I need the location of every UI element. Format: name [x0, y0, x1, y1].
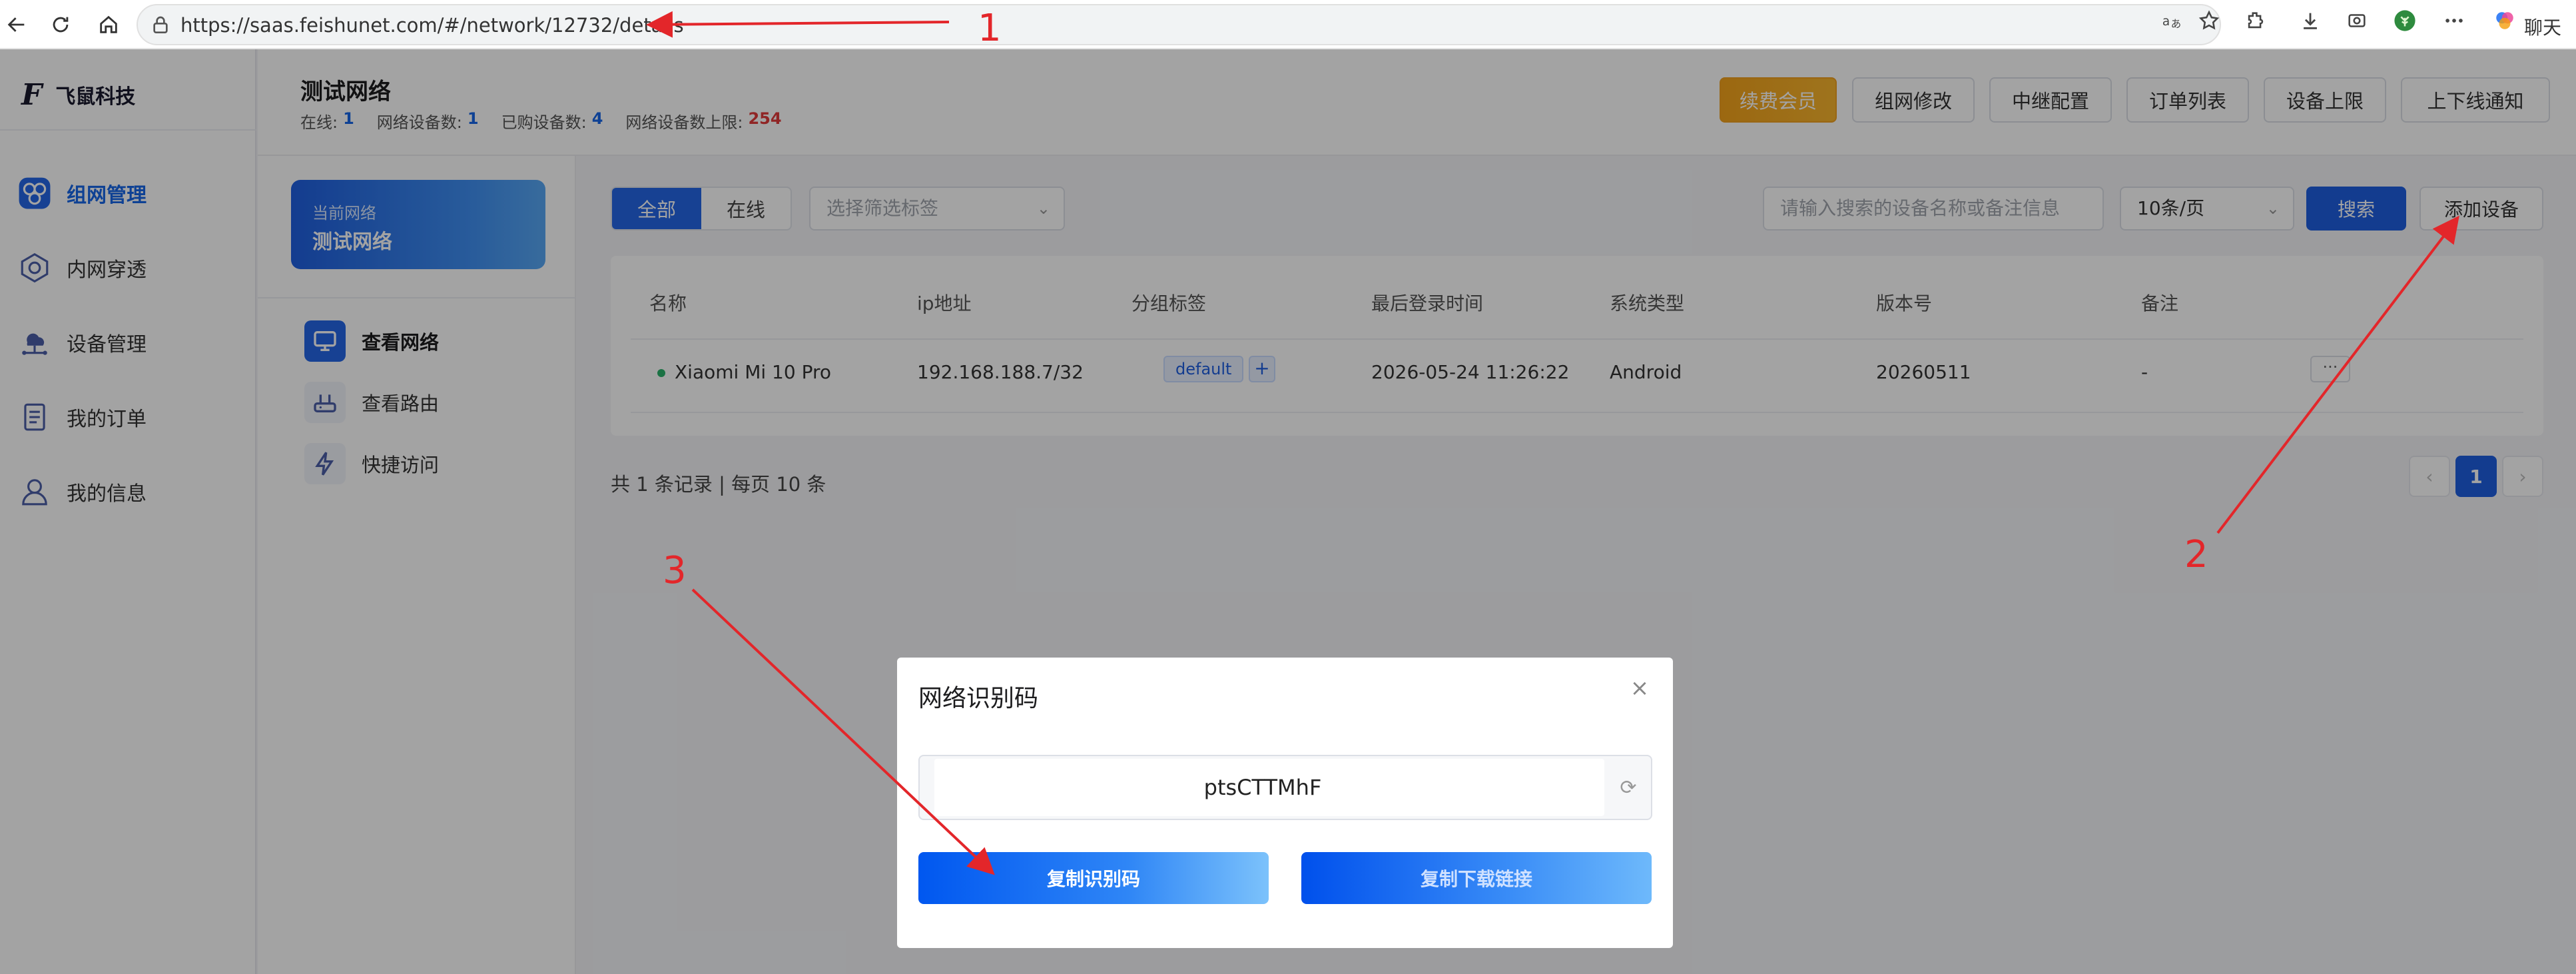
- copy-code-button[interactable]: 复制识别码: [918, 852, 1269, 904]
- browser-toolbar: https://saas.feishunet.com/#/network/127…: [0, 0, 2576, 49]
- close-icon[interactable]: ×: [1625, 674, 1654, 703]
- copy-download-link-button[interactable]: 复制下载链接: [1301, 852, 1652, 904]
- lock-icon: [153, 16, 168, 33]
- annotation-label-3: 3: [663, 549, 687, 592]
- reload-icon[interactable]: [44, 8, 77, 41]
- extensions-icon[interactable]: [2242, 7, 2270, 35]
- network-code-field: ptsCTTMhF ⟳: [918, 755, 1652, 820]
- profile-avatar-icon[interactable]: [2391, 7, 2419, 35]
- network-code-value[interactable]: ptsCTTMhF: [920, 756, 1606, 819]
- annotation-label-1: 1: [978, 7, 1002, 50]
- url-text[interactable]: https://saas.feishunet.com/#/network/127…: [180, 5, 684, 45]
- back-icon[interactable]: [0, 8, 33, 41]
- home-icon[interactable]: [92, 8, 125, 41]
- screenshot-icon[interactable]: [2343, 7, 2371, 35]
- dialog-title: 网络识别码: [918, 685, 1039, 712]
- svg-text:a: a: [2162, 15, 2170, 29]
- bookmark-star-icon[interactable]: [2195, 7, 2223, 35]
- network-code-dialog: 网络识别码 × ptsCTTMhF ⟳ 复制识别码 复制下载链接: [897, 658, 1673, 948]
- refresh-icon[interactable]: ⟳: [1615, 775, 1642, 801]
- download-icon[interactable]: [2296, 7, 2324, 35]
- svg-text:あ: あ: [2171, 18, 2182, 30]
- more-menu-icon[interactable]: [2440, 7, 2468, 35]
- address-bar[interactable]: https://saas.feishunet.com/#/network/127…: [137, 4, 2221, 45]
- chat-label[interactable]: 聊天: [2524, 13, 2561, 40]
- translate-icon[interactable]: aあ: [2158, 7, 2186, 35]
- copilot-icon[interactable]: [2491, 7, 2519, 35]
- annotation-label-2: 2: [2184, 533, 2208, 576]
